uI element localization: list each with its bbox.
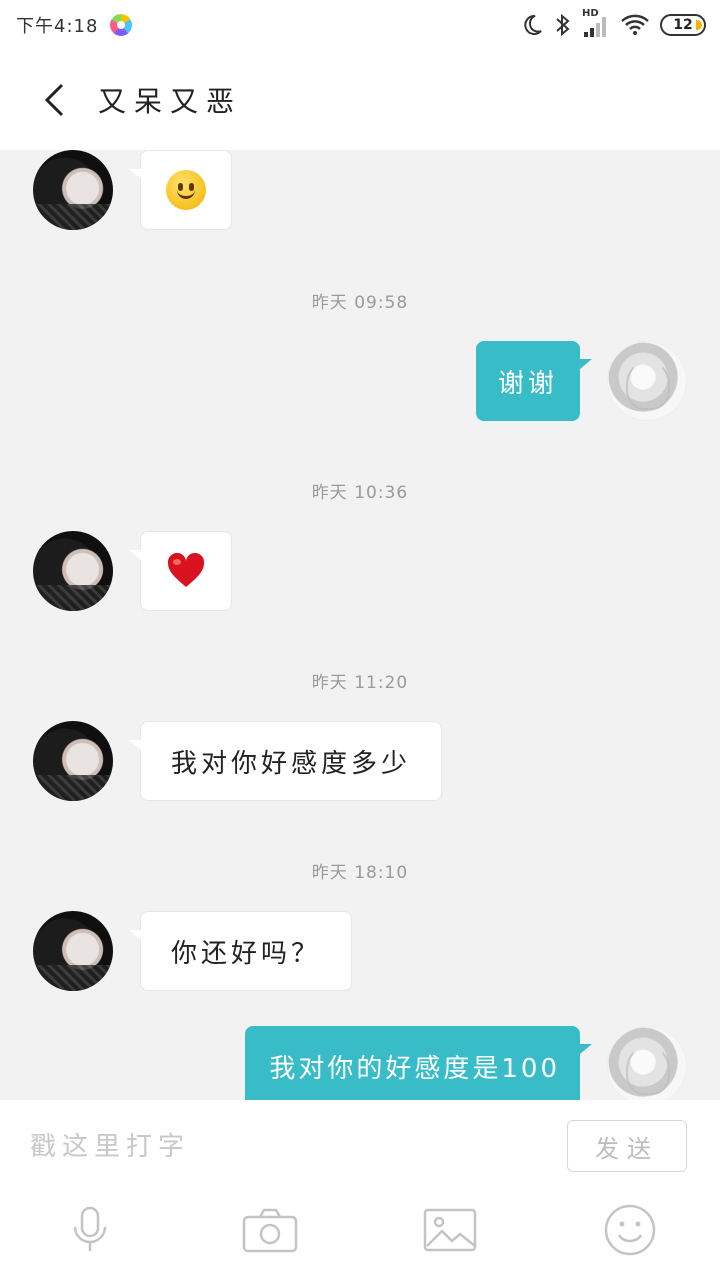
message-input[interactable] (30, 1122, 540, 1172)
input-bar: 发送 (0, 1100, 720, 1280)
message-list[interactable]: 昨天 09:58 谢谢 昨天 10:36 昨天 11:20 我对你好感度多少 昨… (0, 150, 720, 1100)
message-bubble-outgoing[interactable]: 谢谢 (475, 341, 593, 421)
message-bubble-incoming[interactable]: 你还好吗？ (128, 911, 353, 991)
message-timestamp: 昨天 18:10 (311, 863, 409, 883)
voice-button[interactable] (55, 1195, 125, 1265)
input-toolbar (0, 1195, 720, 1265)
image-icon (423, 1208, 477, 1252)
message-bubble-incoming[interactable]: 我对你好感度多少 (128, 721, 443, 801)
message-timestamp: 昨天 09:58 (311, 293, 409, 313)
app-icon (110, 14, 133, 36)
chat-header: 又呆又恶 (0, 50, 720, 150)
contact-avatar[interactable] (33, 531, 113, 611)
network-badge: HD (582, 8, 599, 19)
image-button[interactable] (415, 1195, 485, 1265)
message-bubble-emoji[interactable] (129, 531, 232, 611)
status-time: 下午4:18 (16, 16, 99, 37)
message-bubble-emoji[interactable] (129, 150, 232, 230)
wifi-icon (620, 13, 650, 37)
contact-avatar[interactable] (33, 911, 113, 991)
message-timestamp: 昨天 10:36 (311, 483, 409, 503)
my-avatar[interactable] (607, 1026, 687, 1100)
contact-avatar[interactable] (33, 150, 113, 230)
signal-icon: HD (582, 8, 610, 38)
heart-emoji-icon (167, 553, 205, 587)
emoji-icon (604, 1204, 656, 1256)
battery-level: 12 (673, 17, 693, 33)
status-icons: HD 12 (520, 8, 706, 38)
contact-avatar[interactable] (33, 721, 113, 801)
send-button[interactable]: 发送 (567, 1120, 687, 1172)
bluetooth-icon (554, 12, 572, 38)
smile-emoji-icon (166, 170, 206, 210)
my-avatar[interactable] (607, 341, 687, 421)
message-timestamp: 昨天 11:20 (311, 673, 409, 693)
chevron-left-icon (44, 83, 64, 117)
camera-button[interactable] (235, 1195, 305, 1265)
moon-icon (520, 13, 544, 37)
back-button[interactable] (24, 70, 84, 130)
battery-icon: 12 (660, 14, 706, 36)
emoji-button[interactable] (595, 1195, 665, 1265)
camera-icon (242, 1208, 298, 1253)
status-bar: 下午4:18 HD 12 (0, 0, 720, 50)
message-bubble-outgoing[interactable]: 我对你的好感度是100 (245, 1026, 592, 1100)
microphone-icon (73, 1206, 107, 1251)
chat-title: 又呆又恶 (98, 85, 243, 118)
